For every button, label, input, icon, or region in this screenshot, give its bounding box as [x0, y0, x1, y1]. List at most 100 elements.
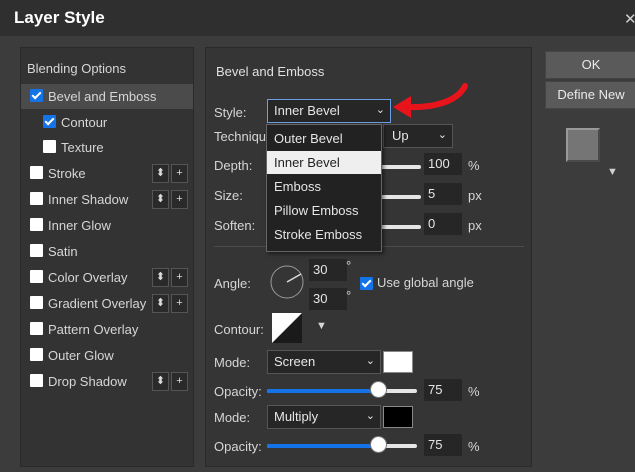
- soften-unit: px: [468, 218, 482, 233]
- menu-item-inner-bevel[interactable]: Inner Bevel: [267, 151, 381, 174]
- depth-input[interactable]: 100: [424, 153, 462, 175]
- shadow-mode-value: Multiply: [274, 409, 319, 424]
- style-item-gradient-overlay[interactable]: Gradient Overlay ⬍ +: [21, 291, 193, 316]
- menu-item-outer-bevel[interactable]: Outer Bevel: [267, 127, 381, 150]
- style-preview-thumbnail: [566, 128, 600, 162]
- direction-value: Up: [392, 128, 409, 143]
- plus-icon[interactable]: +: [171, 190, 188, 209]
- altitude-input[interactable]: 30: [309, 288, 347, 310]
- soften-label: Soften:: [214, 218, 256, 233]
- contour-label: Contour:: [214, 322, 264, 337]
- chevron-down-icon: ⌄: [365, 355, 375, 367]
- style-item-bevel-emboss[interactable]: Bevel and Emboss: [21, 84, 193, 109]
- style-item-inner-glow[interactable]: Inner Glow: [21, 213, 193, 238]
- style-label: Inner Shadow: [48, 192, 129, 207]
- blending-options-label: Blending Options: [27, 61, 127, 76]
- chevron-down-icon: ⌄: [437, 129, 447, 141]
- technique-label: Techniqu: [214, 129, 267, 144]
- size-unit: px: [468, 188, 482, 203]
- styles-list: Blending Options Bevel and Emboss Contou…: [20, 47, 194, 467]
- angle-dial-icon[interactable]: [269, 264, 305, 300]
- plus-icon[interactable]: +: [171, 294, 188, 313]
- direction-select[interactable]: Up ⌄: [383, 124, 453, 148]
- highlight-mode-label: Mode:: [214, 355, 251, 370]
- style-label: Bevel and Emboss: [48, 89, 157, 104]
- size-input[interactable]: 5: [424, 183, 462, 205]
- shadow-opacity-label: Opacity:: [214, 439, 262, 454]
- inner-shadow-checkbox[interactable]: [30, 192, 43, 205]
- highlight-opacity-slider[interactable]: [267, 389, 417, 393]
- chevron-down-icon: ⌄: [375, 104, 385, 116]
- up-down-arrows-icon[interactable]: ⬍: [152, 372, 169, 391]
- style-label: Drop Shadow: [48, 374, 127, 389]
- use-global-angle-label: Use global angle: [377, 275, 474, 290]
- plus-icon[interactable]: +: [171, 372, 188, 391]
- style-item-contour[interactable]: Contour: [21, 110, 193, 135]
- contour-preview-icon[interactable]: [272, 313, 302, 343]
- style-label: Pattern Overlay: [48, 322, 139, 337]
- style-item-texture[interactable]: Texture: [21, 135, 193, 160]
- menu-item-pillow-emboss[interactable]: Pillow Emboss: [267, 199, 381, 222]
- slider-knob[interactable]: [370, 381, 387, 398]
- percent-unit: %: [468, 439, 480, 454]
- slider-knob[interactable]: [370, 436, 387, 453]
- style-item-inner-shadow[interactable]: Inner Shadow ⬍ +: [21, 187, 193, 212]
- plus-icon[interactable]: +: [171, 164, 188, 183]
- menu-item-emboss[interactable]: Emboss: [267, 175, 381, 198]
- title-bar: Layer Style ✕: [0, 0, 635, 36]
- use-global-angle-checkbox[interactable]: [360, 277, 373, 290]
- style-item-drop-shadow[interactable]: Drop Shadow ⬍ +: [21, 369, 193, 394]
- style-item-pattern-overlay[interactable]: Pattern Overlay: [21, 317, 193, 342]
- style-label: Texture: [61, 140, 104, 155]
- style-label: Inner Glow: [48, 218, 111, 233]
- up-down-arrows-icon[interactable]: ⬍: [152, 190, 169, 209]
- up-down-arrows-icon[interactable]: ⬍: [152, 164, 169, 183]
- degree-symbol: °: [346, 258, 352, 273]
- bevel-emboss-checkbox[interactable]: [30, 89, 43, 102]
- style-item-stroke[interactable]: Stroke ⬍ +: [21, 161, 193, 186]
- inner-glow-checkbox[interactable]: [30, 218, 43, 231]
- soften-input[interactable]: 0: [424, 213, 462, 235]
- color-overlay-checkbox[interactable]: [30, 270, 43, 283]
- window-title: Layer Style: [14, 8, 105, 27]
- shadow-opacity-slider[interactable]: [267, 444, 417, 448]
- shadow-opacity-input[interactable]: 75: [424, 434, 462, 456]
- chevron-down-icon[interactable]: ▼: [607, 166, 618, 178]
- outer-glow-checkbox[interactable]: [30, 348, 43, 361]
- up-down-arrows-icon[interactable]: ⬍: [152, 294, 169, 313]
- style-item-satin[interactable]: Satin: [21, 239, 193, 264]
- angle-input[interactable]: 30: [309, 259, 347, 281]
- degree-symbol: °: [346, 288, 352, 303]
- gradient-overlay-checkbox[interactable]: [30, 296, 43, 309]
- pattern-overlay-checkbox[interactable]: [30, 322, 43, 335]
- shadow-mode-select[interactable]: Multiply ⌄: [267, 405, 381, 429]
- blending-options-item[interactable]: Blending Options: [21, 56, 193, 81]
- plus-icon[interactable]: +: [171, 268, 188, 287]
- ok-button[interactable]: OK: [545, 51, 635, 79]
- highlight-mode-select[interactable]: Screen ⌄: [267, 350, 381, 374]
- style-item-outer-glow[interactable]: Outer Glow: [21, 343, 193, 368]
- texture-checkbox[interactable]: [43, 140, 56, 153]
- percent-unit: %: [468, 384, 480, 399]
- style-item-color-overlay[interactable]: Color Overlay ⬍ +: [21, 265, 193, 290]
- drop-shadow-checkbox[interactable]: [30, 374, 43, 387]
- highlight-opacity-label: Opacity:: [214, 384, 262, 399]
- highlight-color-swatch[interactable]: [383, 351, 413, 373]
- define-new-button[interactable]: Define New: [545, 81, 635, 109]
- style-label: Gradient Overlay: [48, 296, 147, 311]
- menu-item-stroke-emboss[interactable]: Stroke Emboss: [267, 223, 381, 246]
- style-label: Stroke: [48, 166, 86, 181]
- chevron-down-icon: ⌄: [365, 410, 375, 422]
- slider-fill: [267, 444, 378, 448]
- depth-unit: %: [468, 158, 480, 173]
- chevron-down-icon[interactable]: ▼: [316, 320, 327, 332]
- style-dropdown-menu: Outer Bevel Inner Bevel Emboss Pillow Em…: [266, 124, 382, 252]
- highlight-opacity-input[interactable]: 75: [424, 379, 462, 401]
- contour-checkbox[interactable]: [43, 115, 56, 128]
- stroke-checkbox[interactable]: [30, 166, 43, 179]
- shadow-color-swatch[interactable]: [383, 406, 413, 428]
- close-icon[interactable]: ✕: [624, 10, 635, 28]
- satin-checkbox[interactable]: [30, 244, 43, 257]
- style-select[interactable]: Inner Bevel ⌄: [267, 99, 391, 123]
- up-down-arrows-icon[interactable]: ⬍: [152, 268, 169, 287]
